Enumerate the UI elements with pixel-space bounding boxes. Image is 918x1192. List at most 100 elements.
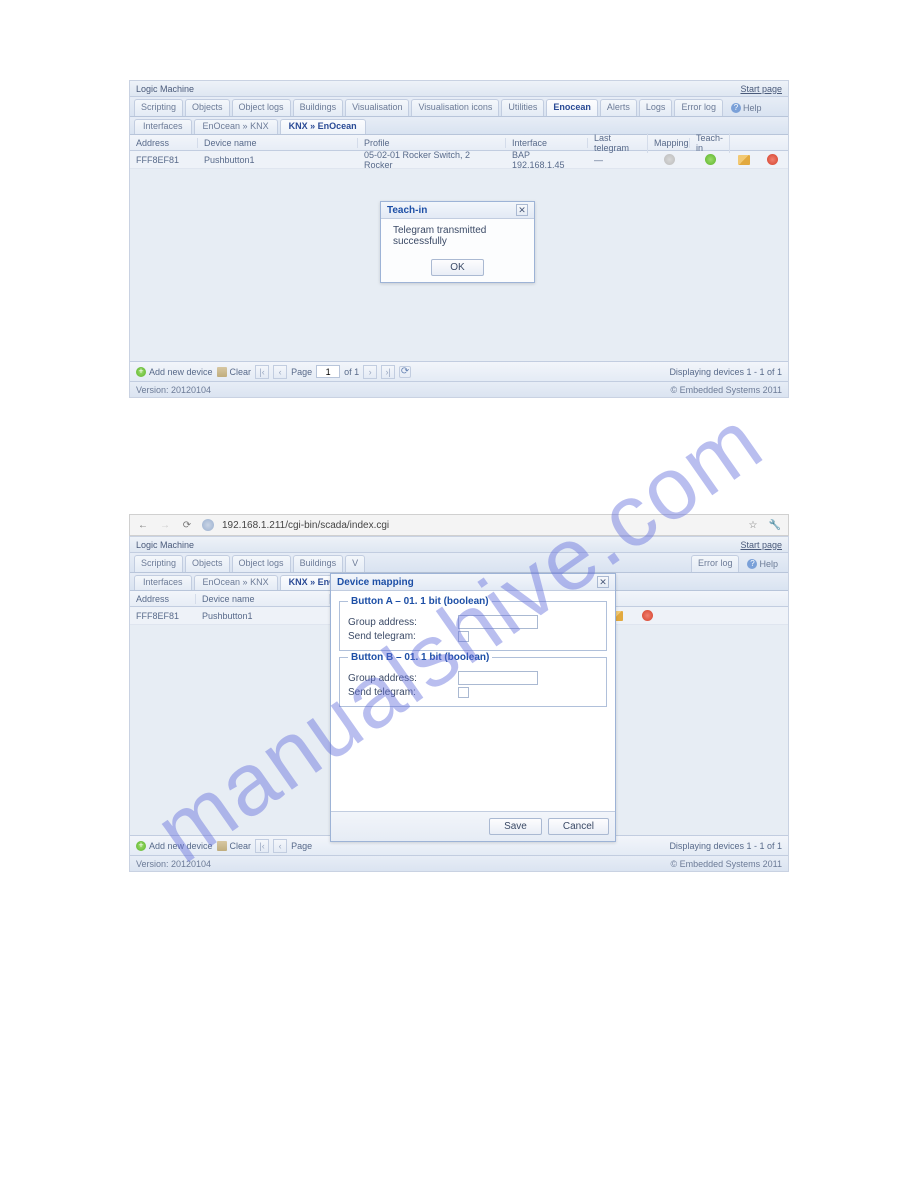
page-last-button[interactable]: ›|	[381, 365, 395, 379]
send-telegram-a-checkbox[interactable]	[458, 631, 469, 642]
dialog-close-icon[interactable]: ✕	[597, 576, 609, 588]
url-field[interactable]: 192.168.1.211/cgi-bin/scada/index.cgi	[222, 520, 738, 531]
start-page-link[interactable]: Start page	[740, 540, 782, 550]
col-address[interactable]: Address	[130, 594, 196, 604]
save-button[interactable]: Save	[489, 818, 542, 835]
tab-objectlogs[interactable]: Object logs	[232, 99, 291, 116]
subtab-knx-enocean[interactable]: KNX » EnOcean	[280, 119, 366, 134]
button-a-legend: Button A – 01. 1 bit (boolean)	[348, 596, 492, 607]
send-telegram-b-checkbox[interactable]	[458, 687, 469, 698]
main-tabs: Scripting Objects Object logs Buildings …	[130, 97, 788, 117]
delete-icon[interactable]	[642, 610, 653, 621]
back-icon[interactable]: ←	[136, 518, 150, 532]
refresh-icon[interactable]: ⟳	[399, 366, 411, 378]
add-new-device-button[interactable]: + Add new device	[136, 367, 213, 377]
tab-alerts[interactable]: Alerts	[600, 99, 637, 116]
button-b-legend: Button B – 01. 1 bit (boolean)	[348, 652, 492, 663]
dialog-close-icon[interactable]: ✕	[516, 204, 528, 216]
start-page-link[interactable]: Start page	[740, 84, 782, 94]
main-tabs: Scripting Objects Object logs Buildings …	[130, 553, 788, 573]
mapping-icon[interactable]	[664, 154, 675, 165]
clear-icon	[217, 841, 227, 851]
col-devicename[interactable]: Device name	[196, 594, 330, 604]
device-mapping-dialog: Device mapping ✕ Button A – 01. 1 bit (b…	[330, 573, 616, 842]
tab-scripting[interactable]: Scripting	[134, 555, 183, 572]
tab-utilities[interactable]: Utilities	[501, 99, 544, 116]
delete-icon[interactable]	[767, 154, 778, 165]
cell-devicename: Pushbutton1	[196, 611, 330, 621]
page-of: of 1	[344, 367, 359, 377]
star-icon[interactable]: ☆	[746, 518, 760, 532]
col-mapping[interactable]: Mapping	[648, 138, 690, 148]
cancel-button[interactable]: Cancel	[548, 818, 609, 835]
tab-objects[interactable]: Objects	[185, 99, 230, 116]
page-prev-button[interactable]: ‹	[273, 365, 287, 379]
col-lasttel[interactable]: Last telegram	[588, 133, 648, 153]
app-title: Logic Machine	[136, 540, 194, 550]
tab-logs[interactable]: Logs	[639, 99, 673, 116]
subtab-enocean-knx[interactable]: EnOcean » KNX	[194, 575, 278, 590]
page-next-button[interactable]: ›	[363, 365, 377, 379]
subtab-interfaces[interactable]: Interfaces	[134, 575, 192, 590]
send-telegram-label: Send telegram:	[348, 687, 458, 698]
help-icon: ?	[731, 103, 741, 113]
group-address-label: Group address:	[348, 617, 458, 628]
tab-visualisation-icons[interactable]: Visualisation icons	[411, 99, 499, 116]
teachin-dialog: Teach-in ✕ Telegram transmitted successf…	[380, 201, 535, 283]
cell-address: FFF8EF81	[130, 611, 196, 621]
page-label: Page	[291, 841, 312, 851]
display-count: Displaying devices 1 - 1 of 1	[669, 841, 782, 851]
clear-button[interactable]: Clear	[217, 841, 252, 851]
group-address-a-input[interactable]	[458, 615, 538, 629]
teachin-icon[interactable]	[705, 154, 716, 165]
tab-visualisation[interactable]: Visualisation	[345, 99, 409, 116]
group-address-label: Group address:	[348, 673, 458, 684]
subtab-enocean-knx[interactable]: EnOcean » KNX	[194, 119, 278, 134]
forward-icon[interactable]: →	[158, 518, 172, 532]
copyright-label: © Embedded Systems 2011	[670, 859, 782, 869]
page-first-button[interactable]: |‹	[255, 365, 269, 379]
globe-icon	[202, 519, 214, 531]
reload-icon[interactable]: ⟳	[180, 518, 194, 532]
version-label: Version: 20120104	[136, 385, 211, 395]
col-teachin[interactable]: Teach-in	[690, 133, 730, 153]
col-devicename[interactable]: Device name	[198, 138, 358, 148]
cell-lasttel: —	[588, 155, 648, 165]
tab-objectlogs[interactable]: Object logs	[232, 555, 291, 572]
clear-button[interactable]: Clear	[217, 367, 252, 377]
help-link[interactable]: ? Help	[725, 99, 768, 116]
col-interface[interactable]: Interface	[506, 138, 588, 148]
add-new-device-button[interactable]: + Add new device	[136, 841, 213, 851]
tab-buildings[interactable]: Buildings	[293, 555, 344, 572]
table-row[interactable]: FFF8EF81 Pushbutton1 05-02-01 Rocker Swi…	[130, 151, 788, 169]
ok-button[interactable]: OK	[431, 259, 483, 276]
tab-scripting[interactable]: Scripting	[134, 99, 183, 116]
dialog-title: Teach-in	[387, 205, 427, 216]
help-icon: ?	[747, 559, 757, 569]
tab-errorlog[interactable]: Error log	[691, 555, 740, 572]
cell-address: FFF8EF81	[130, 155, 198, 165]
page-first-button[interactable]: |‹	[255, 839, 269, 853]
screenshot-teachin: Logic Machine Start page Scripting Objec…	[129, 80, 789, 398]
button-a-group: Button A – 01. 1 bit (boolean) Group add…	[339, 601, 607, 651]
col-address[interactable]: Address	[130, 138, 198, 148]
page-input[interactable]	[316, 365, 340, 378]
page-label: Page	[291, 367, 312, 377]
copyright-label: © Embedded Systems 2011	[670, 385, 782, 395]
subtab-interfaces[interactable]: Interfaces	[134, 119, 192, 134]
clear-icon	[217, 367, 227, 377]
dialog-title: Device mapping	[337, 577, 414, 588]
tab-visualisation-cut[interactable]: V	[345, 555, 365, 572]
wrench-icon[interactable]: 🔧	[768, 518, 782, 532]
tab-buildings[interactable]: Buildings	[293, 99, 344, 116]
page-prev-button[interactable]: ‹	[273, 839, 287, 853]
cell-profile: 05-02-01 Rocker Switch, 2 Rocker	[358, 150, 506, 170]
edit-icon[interactable]	[738, 155, 750, 165]
dialog-body: Telegram transmitted successfully	[381, 219, 534, 253]
help-link[interactable]: ? Help	[741, 555, 784, 572]
col-profile[interactable]: Profile	[358, 138, 506, 148]
group-address-b-input[interactable]	[458, 671, 538, 685]
tab-enocean[interactable]: Enocean	[546, 99, 598, 116]
tab-errorlog[interactable]: Error log	[674, 99, 723, 116]
tab-objects[interactable]: Objects	[185, 555, 230, 572]
